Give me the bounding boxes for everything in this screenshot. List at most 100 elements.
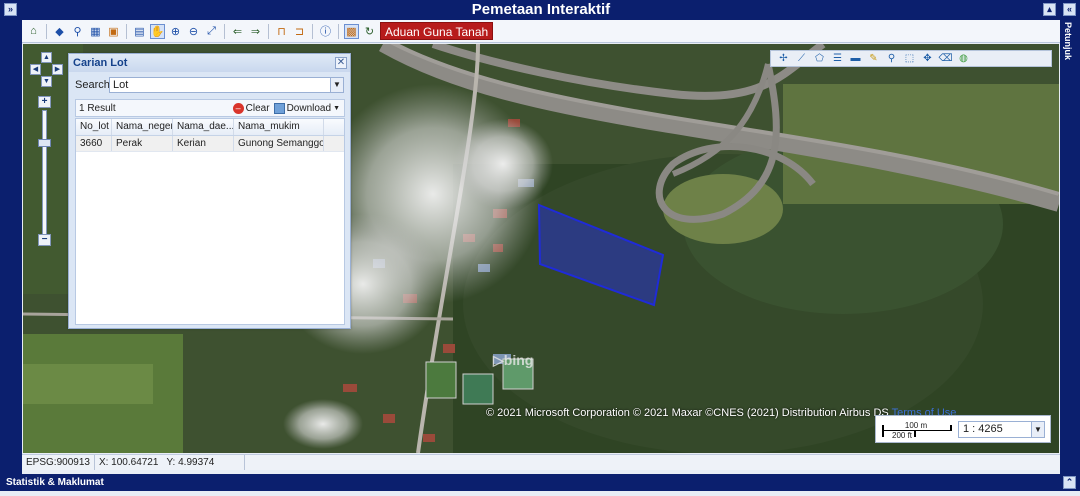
footer-strip bbox=[0, 491, 1080, 496]
result-count: 1 Result bbox=[79, 102, 116, 114]
zoom-plus-button[interactable]: + bbox=[38, 96, 51, 108]
pan-down-button[interactable]: ▼ bbox=[41, 76, 52, 87]
attribution-text: © 2021 Microsoft Corporation © 2021 Maxa… bbox=[486, 407, 889, 419]
toolbar-separator bbox=[312, 23, 313, 39]
toolbar-separator bbox=[338, 23, 339, 39]
home-icon[interactable]: ⌂ bbox=[26, 24, 41, 39]
app-header: Pemetaan Interaktif ▴ bbox=[22, 0, 1060, 20]
close-icon[interactable]: ✕ bbox=[335, 57, 347, 69]
map-tool-palette: ✢ ⟋ ⬠ ☰ ▬ ✎ ⚲ ⬚ ✥ ⌫ ◍ bbox=[770, 50, 1052, 67]
forward-arrow-icon[interactable]: ⇒ bbox=[248, 24, 263, 39]
result-grid: No_lot Nama_negeri Nama_dae... Nama_muki… bbox=[75, 118, 345, 325]
image-icon[interactable]: ▣ bbox=[106, 24, 121, 39]
download-label: Download bbox=[286, 102, 332, 114]
scale-imperial: 200 ft bbox=[892, 431, 913, 440]
full-extent-icon[interactable]: ⤢ bbox=[204, 24, 219, 39]
bottom-panel-header[interactable]: Statistik & Maklumat ⌃ bbox=[0, 474, 1080, 491]
select-icon[interactable]: ⬚ bbox=[903, 52, 916, 65]
map-toolbar: ⌂ ◆ ⚲ ▦ ▣ ▤ ✋ ⊕ ⊖ ⤢ ⇐ ⇒ ⊓ ⊐ ⓘ ▩ ↻ Aduan … bbox=[22, 20, 1060, 43]
aduan-guna-tanah-button[interactable]: Aduan Guna Tanah bbox=[380, 22, 494, 40]
erase-icon[interactable]: ⌫ bbox=[938, 52, 952, 65]
pan-left-button[interactable]: ◀ bbox=[30, 64, 41, 75]
chevron-down-icon: ▼ bbox=[333, 104, 340, 112]
expand-bottom-button[interactable]: ⌃ bbox=[1063, 476, 1076, 489]
measure-icon[interactable]: ⊓ bbox=[274, 24, 289, 39]
toolbar-separator bbox=[268, 23, 269, 39]
scale-select[interactable]: 1 : 4265 ▼ bbox=[958, 421, 1045, 438]
road-icon[interactable]: ▬ bbox=[849, 52, 862, 65]
column-header[interactable]: Nama_negeri bbox=[112, 119, 173, 135]
scale-ratio: 1 : 4265 bbox=[963, 423, 1003, 435]
grid-icon[interactable]: ▦ bbox=[88, 24, 103, 39]
bottom-panel-title: Statistik & Maklumat bbox=[6, 477, 104, 488]
cell-nama-negeri: Perak bbox=[112, 136, 173, 151]
move-icon[interactable]: ✥ bbox=[921, 52, 934, 65]
search-type-select[interactable]: Lot ▼ bbox=[109, 77, 344, 93]
clear-icon: – bbox=[232, 102, 244, 114]
cell-nama-mukim: Gunong Semanggol bbox=[234, 136, 324, 151]
pan-right-button[interactable]: ▶ bbox=[52, 64, 63, 75]
toolbar-separator bbox=[126, 23, 127, 39]
grid-header: No_lot Nama_negeri Nama_dae... Nama_muki… bbox=[76, 119, 344, 136]
zoom-in-icon[interactable]: ⊕ bbox=[168, 24, 183, 39]
chevron-down-icon[interactable]: ▼ bbox=[1031, 422, 1044, 437]
chevron-down-icon[interactable]: ▼ bbox=[330, 78, 343, 92]
carian-lot-panel: Carian Lot ✕ Search: Lot ▼ 1 Result – Cl… bbox=[68, 53, 351, 329]
search-type-value: Lot bbox=[113, 79, 129, 91]
draw-polygon-icon[interactable]: ⬠ bbox=[813, 52, 826, 65]
column-header[interactable]: Nama_dae... bbox=[173, 119, 234, 135]
scale-metric: 100 m bbox=[904, 421, 928, 430]
scale-bar: 100 m 200 ft bbox=[880, 421, 952, 440]
cell-nama-daerah: Kerian bbox=[173, 136, 234, 151]
y-coordinate: Y: 4.99374 bbox=[162, 455, 246, 470]
scale-box: 100 m 200 ft 1 : 4265 ▼ bbox=[875, 415, 1051, 443]
bing-logo: ▷bing bbox=[493, 352, 534, 368]
download-button[interactable]: Download ▼ bbox=[273, 102, 340, 114]
projection-readout: EPSG:900913 bbox=[22, 455, 95, 470]
map-select-icon[interactable]: ▩ bbox=[344, 23, 359, 39]
info-icon[interactable]: ⓘ bbox=[318, 24, 333, 39]
zoom-out-icon[interactable]: ⊖ bbox=[186, 24, 201, 39]
download-icon bbox=[273, 102, 285, 114]
back-arrow-icon[interactable]: ⇐ bbox=[230, 24, 245, 39]
expand-left-button[interactable]: » bbox=[4, 3, 17, 16]
map-canvas[interactable]: ▲ ◀ ▶ ▼ + − ✢ ⟋ ⬠ ☰ ▬ ✎ ⚲ ⬚ ✥ ⌫ ◍ Carian… bbox=[23, 44, 1059, 453]
right-frame: « Petunjuk bbox=[1060, 0, 1080, 474]
zoom-icon[interactable]: ⚲ bbox=[70, 24, 85, 39]
refresh-icon[interactable]: ↻ bbox=[362, 24, 377, 39]
zoom-slider: + − bbox=[38, 96, 51, 246]
search-label: Search: bbox=[75, 79, 113, 91]
zoom-track[interactable] bbox=[38, 110, 51, 238]
zoom-thumb[interactable] bbox=[38, 139, 51, 147]
search-row: Search: Lot ▼ bbox=[75, 76, 344, 94]
save-icon[interactable]: ▤ bbox=[132, 24, 147, 39]
measure-area-icon[interactable]: ⊐ bbox=[292, 24, 307, 39]
left-frame: » bbox=[0, 0, 22, 474]
clear-label: Clear bbox=[245, 102, 270, 114]
toolbar-separator bbox=[46, 23, 47, 39]
clear-button[interactable]: – Clear bbox=[232, 102, 270, 114]
pencil-icon[interactable]: ✎ bbox=[867, 52, 880, 65]
x-coordinate: X: 100.64721 bbox=[98, 457, 159, 468]
layers-icon[interactable]: ◆ bbox=[52, 24, 67, 39]
pan-hand-icon[interactable]: ✋ bbox=[150, 23, 165, 39]
toolbar-separator bbox=[224, 23, 225, 39]
status-bar: EPSG:900913 X: 100.64721 Y: 4.99374 bbox=[22, 454, 1060, 470]
draw-point-icon[interactable]: ✢ bbox=[777, 52, 790, 65]
layer-list-icon[interactable]: ☰ bbox=[831, 52, 844, 65]
column-header[interactable]: Nama_mukim bbox=[234, 119, 324, 135]
expand-right-button[interactable]: « bbox=[1063, 3, 1076, 16]
collapse-header-button[interactable]: ▴ bbox=[1043, 3, 1056, 16]
column-header[interactable]: No_lot bbox=[76, 119, 112, 135]
panel-title: Carian Lot bbox=[69, 54, 350, 72]
zoom-minus-button[interactable]: − bbox=[38, 234, 51, 246]
draw-line-icon[interactable]: ⟋ bbox=[795, 52, 808, 65]
pan-up-button[interactable]: ▲ bbox=[41, 52, 52, 63]
page-title: Pemetaan Interaktif bbox=[471, 1, 611, 18]
pin-icon[interactable]: ⚲ bbox=[885, 52, 898, 65]
result-toolbar: 1 Result – Clear Download ▼ bbox=[75, 99, 345, 117]
pan-control: ▲ ◀ ▶ ▼ bbox=[26, 50, 66, 90]
petunjuk-label[interactable]: Petunjuk bbox=[1063, 22, 1073, 60]
table-row[interactable]: 3660 Perak Kerian Gunong Semanggol bbox=[76, 136, 344, 152]
globe-icon[interactable]: ◍ bbox=[957, 52, 970, 65]
